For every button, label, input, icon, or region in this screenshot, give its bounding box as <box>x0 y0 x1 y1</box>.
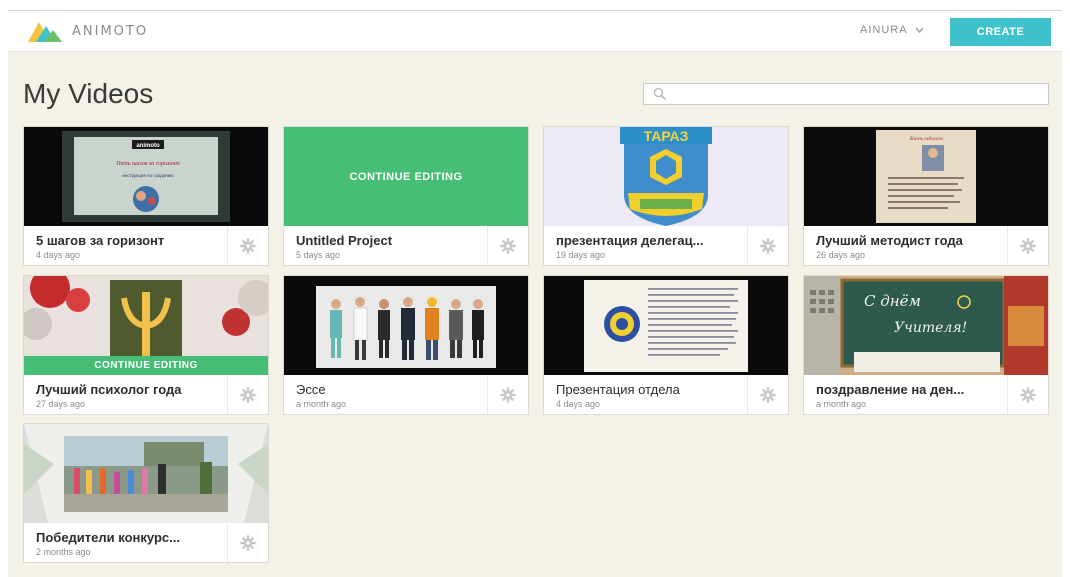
video-settings-button[interactable] <box>747 226 788 265</box>
gear-icon <box>1020 237 1036 254</box>
thumbnail-headline: Пять шагов за горизонт <box>115 161 180 167</box>
thumbnail-banner: ТАРАЗ <box>644 128 689 144</box>
user-name: AINURA <box>860 24 908 36</box>
search-box[interactable] <box>643 83 1049 105</box>
thumbnail-heading: Жизнь педагога <box>908 137 943 142</box>
gear-icon <box>240 534 256 551</box>
gear-icon <box>240 237 256 254</box>
video-card[interactable]: Эссе a month ago <box>283 275 529 415</box>
video-settings-button[interactable] <box>1007 375 1048 414</box>
video-title[interactable]: Презентация отдела <box>556 382 746 397</box>
user-menu[interactable]: AINURA <box>860 24 924 36</box>
video-title[interactable]: Лучший методист года <box>816 233 1006 248</box>
gear-icon <box>760 237 776 254</box>
continue-editing-overlay[interactable]: CONTINUE EDITING <box>284 127 528 226</box>
video-thumbnail[interactable] <box>544 276 788 375</box>
video-info: 5 шагов за горизонт 4 days ago <box>24 226 268 265</box>
search-icon <box>653 87 667 101</box>
video-card[interactable]: Жизнь педагога Лучший методист года 26 d… <box>803 126 1049 266</box>
video-title[interactable]: Эссе <box>296 382 486 397</box>
video-thumbnail[interactable] <box>284 276 528 375</box>
gear-icon <box>240 386 256 403</box>
video-info: Презентация отдела 4 days ago <box>544 375 788 414</box>
video-title[interactable]: 5 шагов за горизонт <box>36 233 226 248</box>
chevron-down-icon <box>915 27 924 33</box>
video-date: 4 days ago <box>36 250 81 260</box>
video-info: Победители конкурс... 2 months ago <box>24 523 268 562</box>
video-date: a month ago <box>296 399 347 409</box>
video-card[interactable]: animoto Пять шагов за горизонт инструкци… <box>23 126 269 266</box>
video-settings-button[interactable] <box>487 375 528 414</box>
gear-icon <box>760 386 776 403</box>
video-title[interactable]: Untitled Project <box>296 233 486 248</box>
video-thumbnail[interactable]: ТАРАЗ <box>544 127 788 226</box>
thumbnail-greeting-line2: Учителя! <box>894 320 967 336</box>
video-settings-button[interactable] <box>487 226 528 265</box>
video-thumbnail[interactable]: CONTINUE EDITING <box>24 276 268 375</box>
video-info: поздравление на ден... a month ago <box>804 375 1048 414</box>
logo[interactable]: ANIMOTO <box>26 20 148 42</box>
video-date: 26 days ago <box>816 250 866 260</box>
video-settings-button[interactable] <box>227 375 268 414</box>
page-title: My Videos <box>23 78 154 109</box>
top-bar: ANIMOTO AINURA CREATE <box>8 11 1062 52</box>
thumbnail-greeting-line1: С днём <box>864 292 921 310</box>
video-thumbnail[interactable]: Жизнь педагога <box>804 127 1048 226</box>
video-date: a month ago <box>816 399 867 409</box>
continue-editing-strip[interactable]: CONTINUE EDITING <box>24 356 268 375</box>
gear-icon <box>1020 386 1036 403</box>
gear-icon <box>500 237 516 254</box>
thumbnail-badge: animoto <box>136 143 160 149</box>
video-title[interactable]: поздравление на ден... <box>816 382 1006 397</box>
video-card[interactable]: Презентация отдела 4 days ago <box>543 275 789 415</box>
video-card[interactable]: ТАРАЗ презентация делегац... 19 days ago <box>543 126 789 266</box>
video-title[interactable]: Победители конкурс... <box>36 530 226 545</box>
video-thumbnail[interactable] <box>24 424 268 523</box>
thumbnail-subline: инструкция по созданию <box>122 173 174 178</box>
video-thumbnail[interactable]: С днём Учителя! <box>804 276 1048 375</box>
video-title[interactable]: Лучший психолог года <box>36 382 226 397</box>
video-card[interactable]: С днём Учителя! поздравление на ден... a… <box>803 275 1049 415</box>
animoto-logo-icon <box>28 22 62 42</box>
video-settings-button[interactable] <box>227 226 268 265</box>
video-thumbnail[interactable]: CONTINUE EDITING <box>284 127 528 226</box>
video-date: 2 months ago <box>36 547 91 557</box>
video-settings-button[interactable] <box>227 523 268 562</box>
video-info: Эссе a month ago <box>284 375 528 414</box>
video-card[interactable]: CONTINUE EDITING Untitled Project 5 days… <box>283 126 529 266</box>
video-date: 19 days ago <box>556 250 606 260</box>
logo-text: ANIMOTO <box>72 23 149 39</box>
video-date: 27 days ago <box>36 399 86 409</box>
video-settings-button[interactable] <box>1007 226 1048 265</box>
main-content: My Videos animoto Пять шагов за горизонт… <box>8 52 1062 577</box>
video-title[interactable]: презентация делегац... <box>556 233 746 248</box>
video-date: 5 days ago <box>296 250 341 260</box>
video-settings-button[interactable] <box>747 375 788 414</box>
search-input[interactable] <box>674 86 1046 104</box>
video-info: Лучший психолог года 27 days ago <box>24 375 268 414</box>
video-card[interactable]: CONTINUE EDITING Лучший психолог года 27… <box>23 275 269 415</box>
video-info: Untitled Project 5 days ago <box>284 226 528 265</box>
video-info: презентация делегац... 19 days ago <box>544 226 788 265</box>
video-card[interactable]: Победители конкурс... 2 months ago <box>23 423 269 563</box>
gear-icon <box>500 386 516 403</box>
video-info: Лучший методист года 26 days ago <box>804 226 1048 265</box>
video-date: 4 days ago <box>556 399 601 409</box>
create-button[interactable]: CREATE <box>950 18 1051 46</box>
video-thumbnail[interactable]: animoto Пять шагов за горизонт инструкци… <box>24 127 268 226</box>
animoto-app: ANIMOTO AINURA CREATE My Videos animoto … <box>0 0 1070 577</box>
